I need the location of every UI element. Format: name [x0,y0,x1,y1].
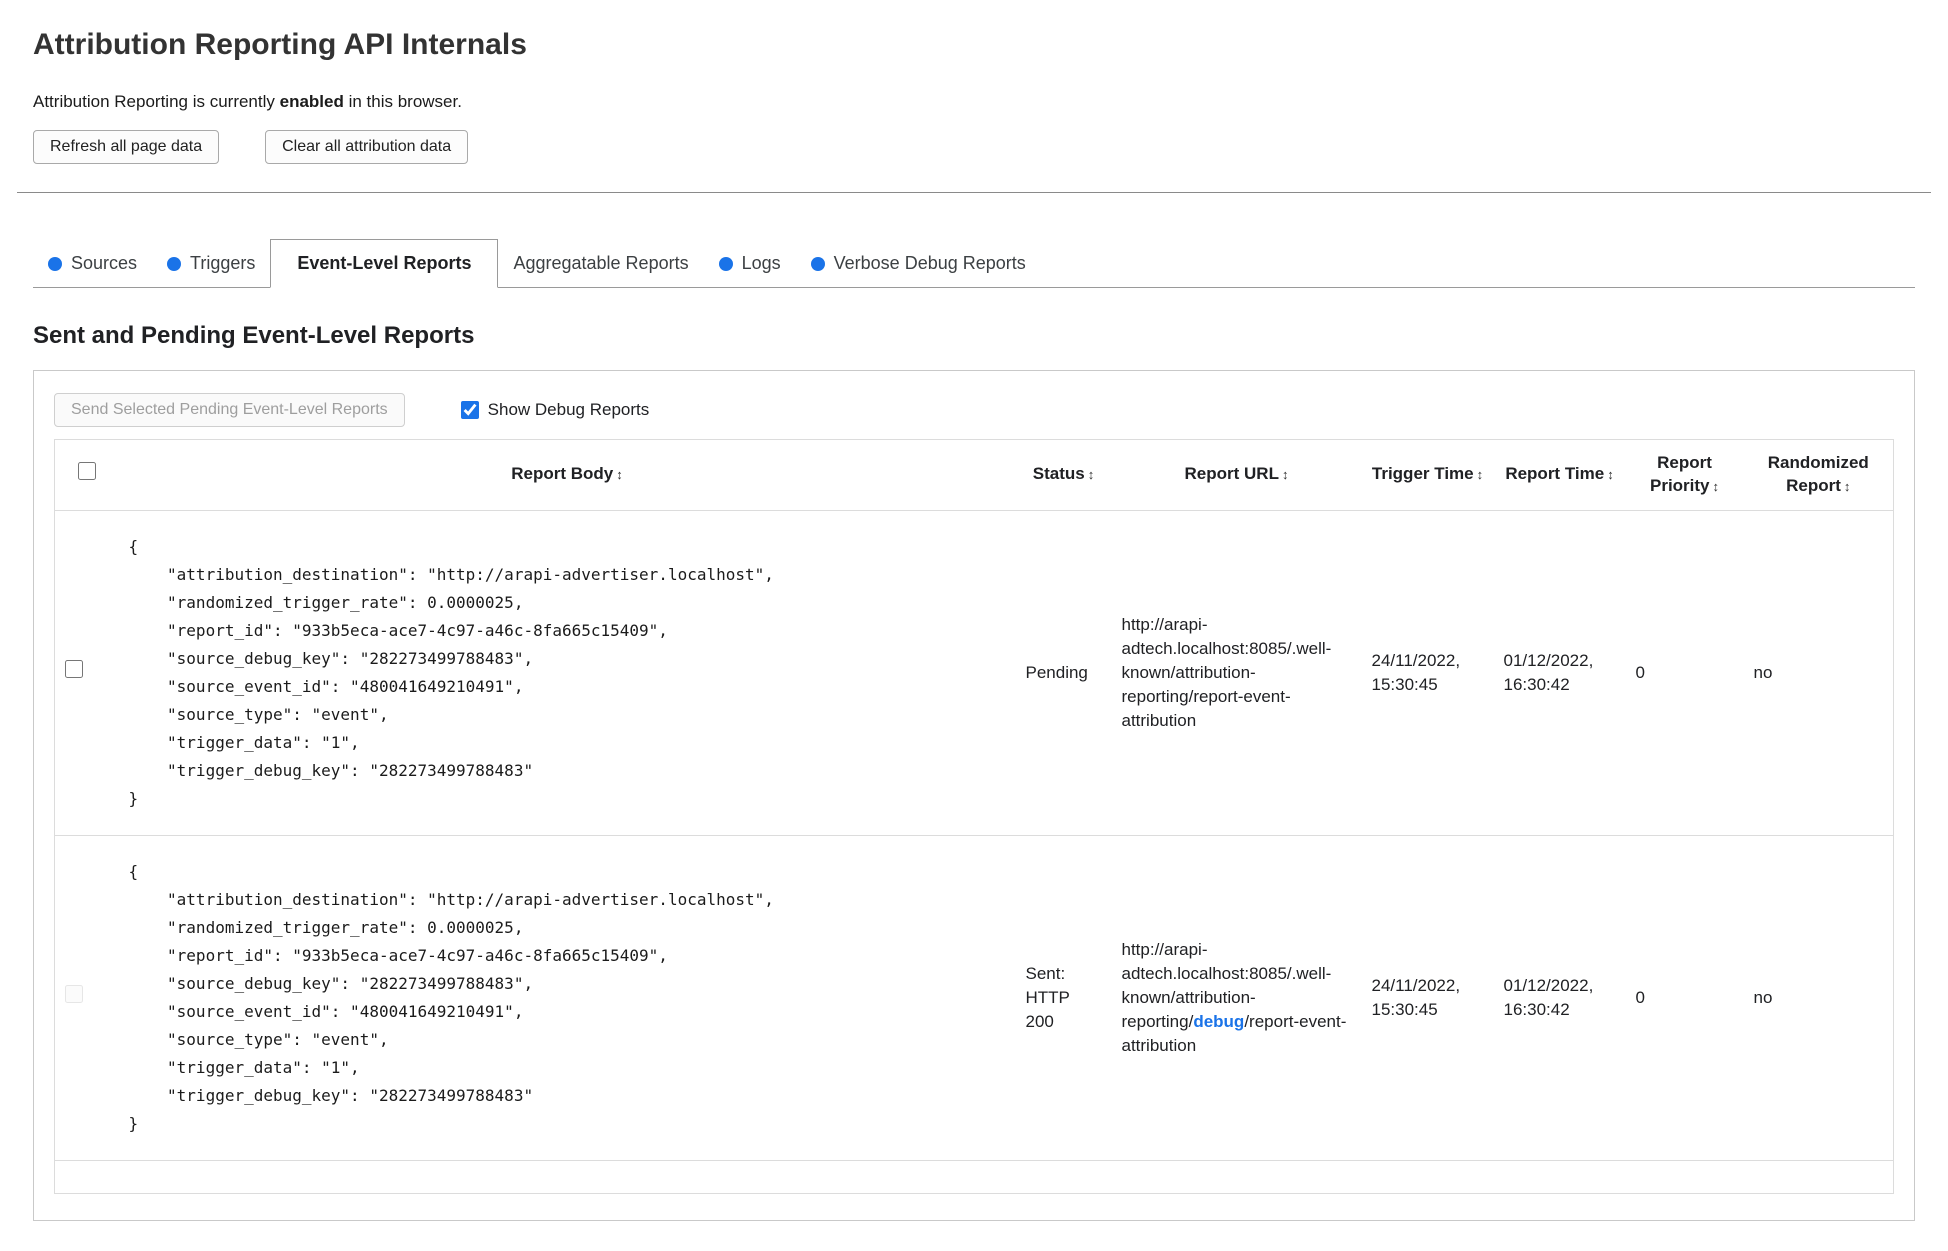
report-priority: 0 [1635,662,1645,682]
sort-icon: ↕ [1843,478,1851,494]
randomized-report: no [1753,987,1773,1007]
row-select-cell [55,510,119,835]
table-footer-spacer [55,1160,1894,1193]
tab-label: Aggregatable Reports [513,253,689,273]
sort-icon: ↕ [616,467,623,483]
report-url-prefix: http://arapi-adtech.localhost:8085/.well… [1121,615,1332,730]
status-prefix: Attribution Reporting is currently [33,92,280,111]
report-time: 01/12/2022, 16:30:42 [1503,651,1594,694]
tab-status-dot-icon [810,256,825,271]
tab-status-dot-icon [167,256,182,271]
trigger-time: 24/11/2022, 15:30:45 [1371,651,1461,694]
show-debug-label: Show Debug Reports [487,400,650,419]
sort-icon: ↕ [1712,478,1720,494]
status-line: Attribution Reporting is currently enabl… [33,92,1915,112]
sort-icon: ↕ [1607,467,1614,483]
tab-status-dot-icon [48,256,62,271]
header-randomized-report[interactable]: Randomized Report ↕ [1743,439,1894,511]
tab-label: Event-Level Reports [297,253,472,273]
row-select-checkbox[interactable] [65,660,83,679]
report-controls: Send Selected Pending Event-Level Report… [54,393,1894,427]
select-all-checkbox[interactable] [77,462,96,481]
header-report-body[interactable]: Report Body ↕ [118,439,1016,511]
top-divider [17,192,1931,193]
debug-url-part: debug [1193,1011,1245,1031]
header-label: Report Priority [1649,453,1712,495]
tab-label: Logs [741,253,781,273]
header-report-priority[interactable]: Report Priority ↕ [1625,439,1744,511]
tab-label: Verbose Debug Reports [833,253,1026,273]
refresh-all-button[interactable]: Refresh all page data [33,130,220,164]
show-debug-checkbox[interactable] [460,401,479,419]
report-status: Sent: HTTP 200 [1025,964,1070,1031]
report-url: http://arapi-adtech.localhost:8085/.well… [1112,510,1362,835]
report-body-cell: { "attribution_destination": "http://ara… [119,835,1016,1160]
header-label: Status [1032,464,1085,484]
row-select-checkbox[interactable] [65,985,83,1004]
status-enabled-text: enabled [279,92,344,111]
header-trigger-time[interactable]: Trigger Time ↕ [1361,439,1494,511]
header-label: Randomized Report [1767,453,1869,495]
tab-logs[interactable]: Logs [704,240,796,287]
tab-aggregatable-reports[interactable]: Aggregatable Reports [498,240,703,287]
status-suffix: in this browser. [343,92,462,111]
report-url: http://arapi-adtech.localhost:8085/.well… [1112,835,1362,1160]
header-label: Report URL [1184,464,1279,484]
tab-label: Sources [71,253,138,273]
clear-all-button[interactable]: Clear all attribution data [265,130,469,164]
attribution-internals-page: Attribution Reporting API Internals Attr… [0,0,1948,1251]
tab-bar: Sources Triggers Event-Level Reports Agg… [33,239,1915,288]
table-footer-row [55,1160,1894,1193]
header-report-url[interactable]: Report URL ↕ [1111,439,1362,511]
tab-verbose-debug-reports[interactable]: Verbose Debug Reports [796,240,1041,287]
trigger-time: 24/11/2022, 15:30:45 [1371,976,1461,1019]
report-status: Pending [1025,662,1088,682]
table-header-row: Report Body ↕ Status ↕ Report URL ↕ Trigger… [54,439,1894,511]
event-level-reports-table: Report Body ↕ Status ↕ Report URL ↕ Trigger… [54,439,1894,1194]
report-body-cell: { "attribution_destination": "http://ara… [119,510,1016,835]
report-row: { "attribution_destination": "http://ara… [54,835,1894,1161]
header-label: Report Time [1505,464,1605,484]
report-row: { "attribution_destination": "http://ara… [54,510,1894,836]
tab-status-dot-icon [718,256,733,271]
select-all-header [54,439,119,511]
tab-label: Triggers [190,253,256,273]
sort-icon: ↕ [1087,467,1095,483]
header-report-time[interactable]: Report Time ↕ [1493,439,1626,511]
tab-event-level-reports[interactable]: Event-Level Reports [270,239,499,288]
report-time: 01/12/2022, 16:30:42 [1503,976,1594,1019]
report-priority: 0 [1635,987,1645,1007]
tab-triggers[interactable]: Triggers [152,240,270,287]
section-heading: Sent and Pending Event-Level Reports [33,322,475,349]
sort-icon: ↕ [1281,467,1289,483]
header-label: Trigger Time [1371,464,1474,484]
tab-sources[interactable]: Sources [33,240,152,287]
sort-icon: ↕ [1476,467,1484,483]
header-label: Report Body [511,464,614,484]
page-title: Attribution Reporting API Internals [33,28,527,61]
report-body-json: { "attribution_destination": "http://ara… [128,861,774,1133]
report-body-json: { "attribution_destination": "http://ara… [128,536,774,808]
reports-panel: Send Selected Pending Event-Level Report… [33,370,1915,1221]
header-status[interactable]: Status ↕ [1015,439,1112,511]
show-debug-toggle[interactable]: Show Debug Reports [460,400,650,420]
row-select-cell [55,835,119,1160]
send-selected-reports-button[interactable]: Send Selected Pending Event-Level Report… [54,393,405,427]
randomized-report: no [1753,662,1773,682]
toolbar: Refresh all page data Clear all attribut… [33,130,1915,164]
